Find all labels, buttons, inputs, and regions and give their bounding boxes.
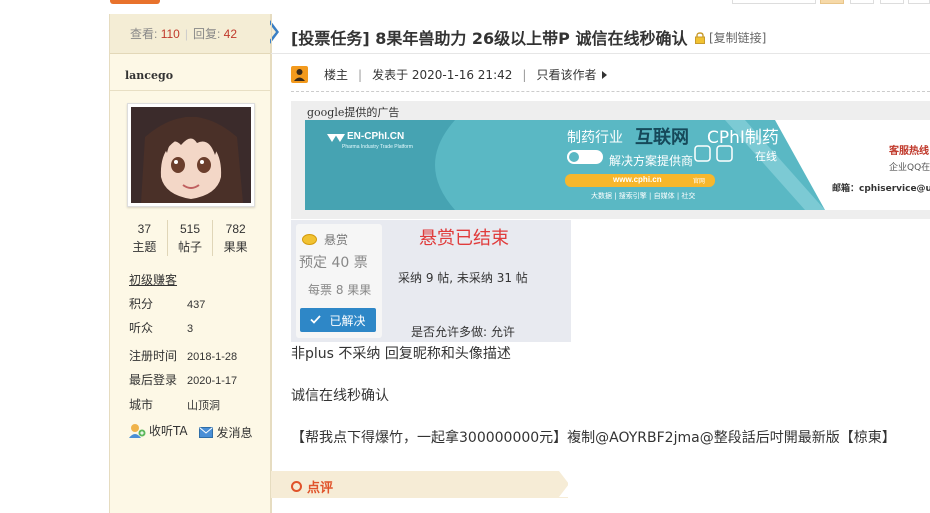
info-register-time: 注册时间 2018-1-28 [129,349,238,363]
post-header: 楼主 | 发表于 2020-1-16 21:42 | 只看该作者 [291,66,608,83]
envelope-icon [199,427,214,438]
reward-reserved: 预定 40 票 [299,255,368,271]
author-badge-icon [291,66,308,83]
divider [271,53,930,54]
top-tab-fragment[interactable] [110,0,160,4]
only-author-link[interactable]: 只看该作者 [536,66,596,83]
reward-box: 悬赏 预定 40 票 每票 8 果果 已解决 悬赏已结束 采纳 9 帖, 未采纳… [291,220,571,342]
reward-ended-label: 悬赏已结束 [419,228,509,249]
info-listeners: 听众 3 [129,321,194,335]
divider [110,90,270,91]
reward-stats: 采纳 9 帖, 未采纳 31 帖 [398,271,528,285]
replies-count: 42 [223,27,237,41]
views-count: 110 [160,27,180,41]
avatar-image [131,107,251,203]
top-toolbar-button[interactable] [850,0,874,4]
divider [291,91,930,92]
count-posts[interactable]: 515 帖子 [168,220,214,256]
top-toolbar-button[interactable] [880,0,904,4]
reward-card: 悬赏 预定 40 票 每票 8 果果 已解决 [296,224,382,338]
reward-multiple: 是否允许多做: 允许 [411,325,515,339]
solved-button[interactable]: 已解决 [300,308,376,332]
coin-icon [302,234,317,245]
author-role: 楼主 [324,68,349,82]
circle-icon [291,481,302,492]
google-ad: google提供的广告 EN-CPhI.CN Pharma Industry T… [291,101,930,219]
user-rank-link[interactable]: 初级赚客 [129,271,177,288]
ad-banner[interactable]: EN-CPhI.CN Pharma Industry Trade Platfor… [305,120,930,210]
follow-button[interactable]: 收听TA [129,422,188,439]
views-label: 查看: [130,27,158,41]
user-counts: 37 主题 515 帖子 782 果果 [122,220,258,256]
user-actions: 收听TA 发消息 [129,422,260,441]
post-time: 发表于 2020-1-16 21:42 [372,68,513,82]
lock-icon [695,31,705,44]
send-message-button[interactable]: 发消息 [199,424,252,441]
ad-label: google提供的广告 [307,106,400,119]
copy-link[interactable]: [复制链接] [694,29,766,46]
user-sidebar: 查看: 110 | 回复: 42 lancego 37 主题 515 帖子 78… [109,14,279,513]
follow-icon [129,424,146,438]
username-link[interactable]: lancego [125,69,173,82]
rate-button[interactable]: 点评 [291,477,333,496]
thread-stats: 查看: 110 | 回复: 42 [130,27,237,41]
post-content-line: 诚信在线秒确认 [291,388,389,404]
count-topics[interactable]: 37 主题 [122,220,168,256]
count-fruits[interactable]: 782 果果 [213,220,258,256]
avatar[interactable] [127,103,255,207]
thread-stats-bar: 查看: 110 | 回复: 42 [110,14,270,54]
reward-head: 悬赏 [324,233,349,247]
thread-title: [投票任务] 8果年兽助力 26级以上带P 诚信在线秒确认 [291,29,688,48]
arrow-right-icon [602,70,608,79]
post-content-line: 【帮我点下得爆竹，一起拿300000000元】複制@AOYRBF2jma@整段話… [291,430,896,446]
rate-section: 点评 [271,471,569,498]
top-toolbar-button[interactable] [732,0,816,4]
replies-label: 回复: [192,27,221,41]
top-toolbar-button[interactable] [820,0,844,4]
reward-per-vote: 每票 8 果果 [308,283,372,297]
top-toolbar-button[interactable] [908,0,930,4]
info-city: 城市 山顶洞 [129,398,220,412]
info-last-login: 最后登录 2020-1-17 [129,373,238,387]
info-points: 积分 437 [129,297,206,311]
check-icon [310,313,322,327]
post-content-line: 非plus 不采纳 回复昵称和头像描述 [291,346,511,362]
